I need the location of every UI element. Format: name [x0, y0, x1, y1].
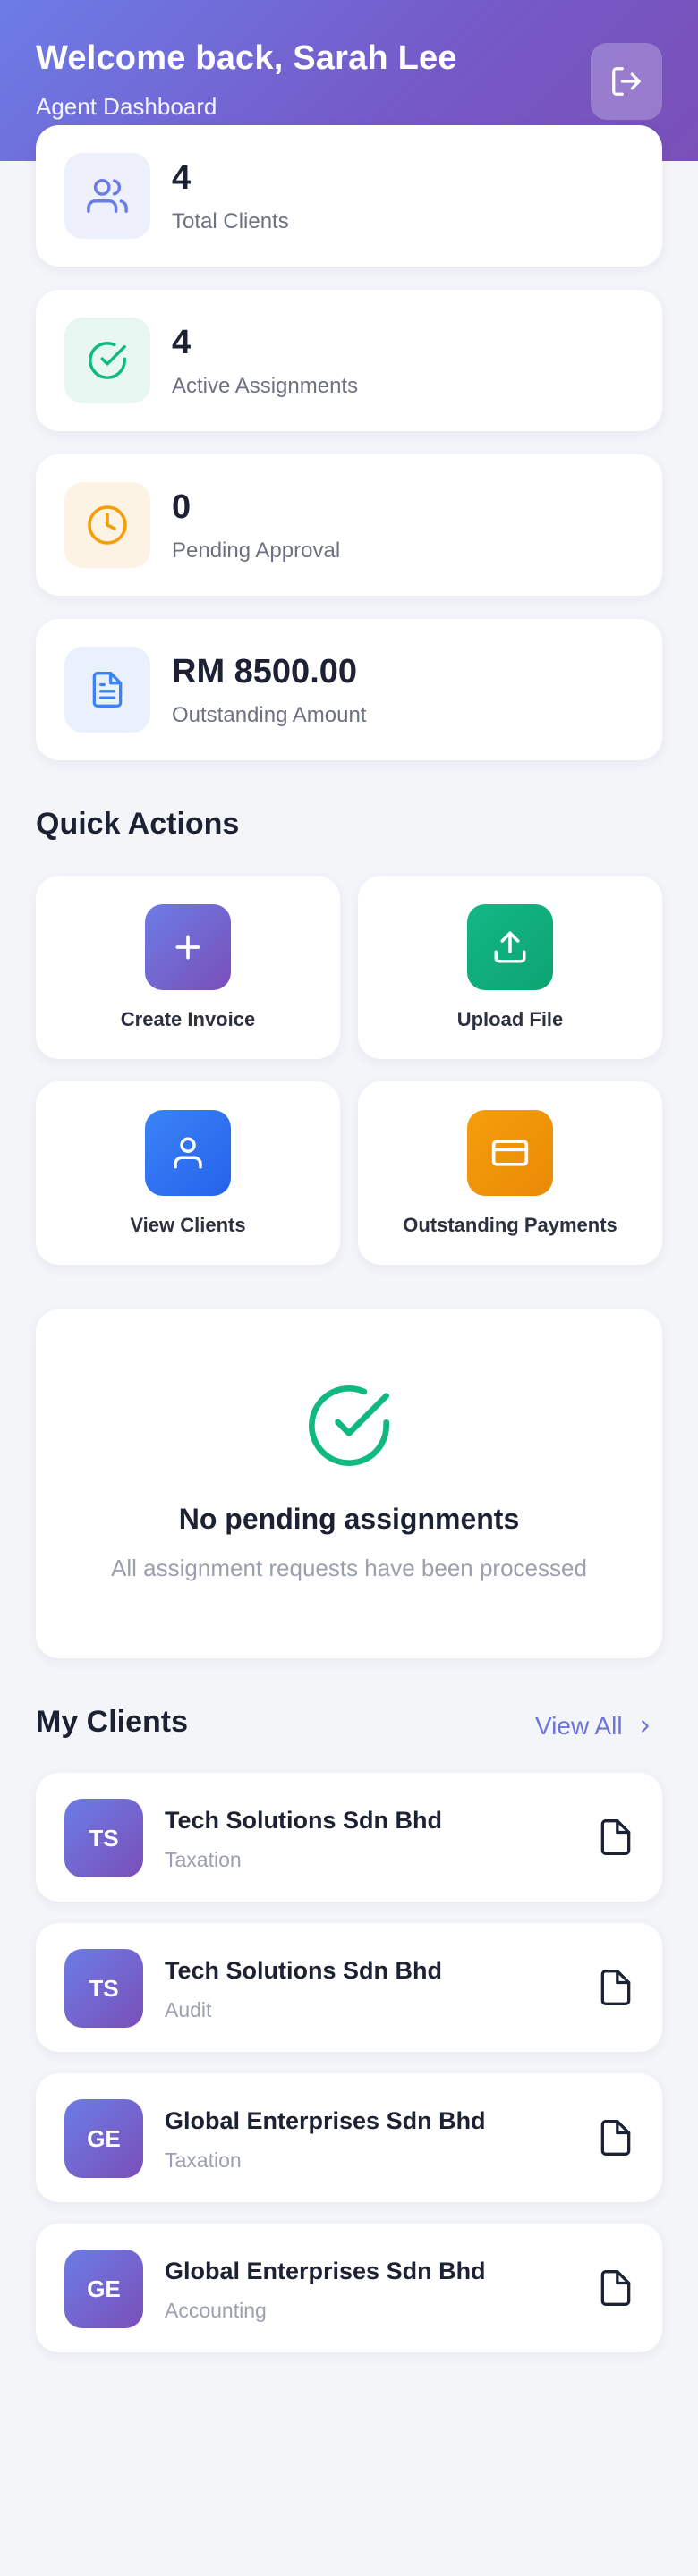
stat-icon-box — [64, 482, 150, 568]
stat-value: 0 — [172, 488, 192, 526]
dashboard-subtitle: Agent Dashboard — [36, 93, 217, 120]
client-card[interactable]: TS Tech Solutions Sdn Bhd Taxation — [36, 1773, 662, 1902]
client-name: Tech Solutions Sdn Bhd — [165, 1957, 442, 1984]
file-icon[interactable] — [596, 2268, 635, 2308]
file-icon[interactable] — [596, 1968, 635, 2007]
credit-card-icon — [491, 1140, 529, 1166]
stat-card-active-assignments[interactable]: 4 Active Assignments — [36, 290, 662, 431]
client-card[interactable]: GE Global Enterprises Sdn Bhd Taxation — [36, 2073, 662, 2202]
client-avatar: GE — [64, 2250, 143, 2328]
check-circle-icon — [89, 342, 126, 379]
welcome-title: Welcome back, Sarah Lee — [36, 39, 457, 77]
stat-icon-box — [64, 647, 150, 733]
stat-icon-box — [64, 318, 150, 403]
client-avatar: TS — [64, 1799, 143, 1877]
client-avatar: GE — [64, 2099, 143, 2178]
client-service: Audit — [165, 1998, 212, 2021]
upload-file-button[interactable]: Upload File — [358, 876, 662, 1059]
stat-value: 4 — [172, 324, 192, 361]
client-card[interactable]: TS Tech Solutions Sdn Bhd Audit — [36, 1923, 662, 2052]
stat-value: RM 8500.00 — [172, 653, 358, 691]
check-circle-icon — [309, 1385, 389, 1466]
my-clients-title: My Clients — [36, 1705, 189, 1739]
stat-card-pending-approval[interactable]: 0 Pending Approval — [36, 454, 662, 596]
stat-card-outstanding-amount[interactable]: RM 8500.00 Outstanding Amount — [36, 619, 662, 760]
stat-value: 4 — [172, 159, 192, 197]
file-icon[interactable] — [596, 2118, 635, 2157]
stat-label: Pending Approval — [172, 538, 341, 563]
action-icon-box — [145, 904, 231, 990]
empty-state-title: No pending assignments — [178, 1503, 520, 1535]
view-all-label: View All — [535, 1712, 623, 1740]
client-name: Tech Solutions Sdn Bhd — [165, 1807, 442, 1834]
pending-assignments-card: No pending assignments All assignment re… — [36, 1309, 662, 1658]
quick-actions-title: Quick Actions — [36, 807, 240, 841]
create-invoice-button[interactable]: Create Invoice — [36, 876, 340, 1059]
action-label: Outstanding Payments — [403, 1214, 617, 1236]
document-icon — [92, 672, 123, 708]
client-avatar: TS — [64, 1949, 143, 2028]
outstanding-payments-button[interactable]: Outstanding Payments — [358, 1081, 662, 1265]
plus-icon — [175, 935, 200, 960]
client-service: Taxation — [165, 1848, 242, 1871]
client-card[interactable]: GE Global Enterprises Sdn Bhd Accounting — [36, 2224, 662, 2352]
client-service: Accounting — [165, 2299, 267, 2322]
stat-label: Total Clients — [172, 209, 289, 233]
action-icon-box — [467, 904, 553, 990]
action-icon-box — [145, 1110, 231, 1196]
clock-icon — [88, 505, 127, 545]
stat-card-total-clients[interactable]: 4 Total Clients — [36, 125, 662, 267]
view-clients-button[interactable]: View Clients — [36, 1081, 340, 1265]
stat-label: Active Assignments — [172, 374, 359, 398]
upload-icon — [494, 931, 526, 963]
action-icon-box — [467, 1110, 553, 1196]
empty-state-description: All assignment requests have been proces… — [111, 1555, 587, 1581]
chevron-right-icon — [641, 1720, 649, 1733]
stat-icon-box — [64, 153, 150, 239]
logout-icon — [612, 67, 641, 96]
action-label: Upload File — [456, 1008, 564, 1030]
client-name: Global Enterprises Sdn Bhd — [165, 2258, 486, 2284]
stat-label: Outstanding Amount — [172, 703, 367, 727]
action-label: Create Invoice — [120, 1008, 256, 1030]
user-icon — [174, 1137, 202, 1169]
client-service: Taxation — [165, 2148, 242, 2172]
logout-button[interactable] — [591, 43, 662, 120]
action-label: View Clients — [130, 1214, 246, 1236]
file-icon[interactable] — [596, 1818, 635, 1857]
users-icon — [87, 179, 128, 213]
client-name: Global Enterprises Sdn Bhd — [165, 2107, 486, 2134]
view-all-link[interactable]: View All — [535, 1708, 655, 1744]
